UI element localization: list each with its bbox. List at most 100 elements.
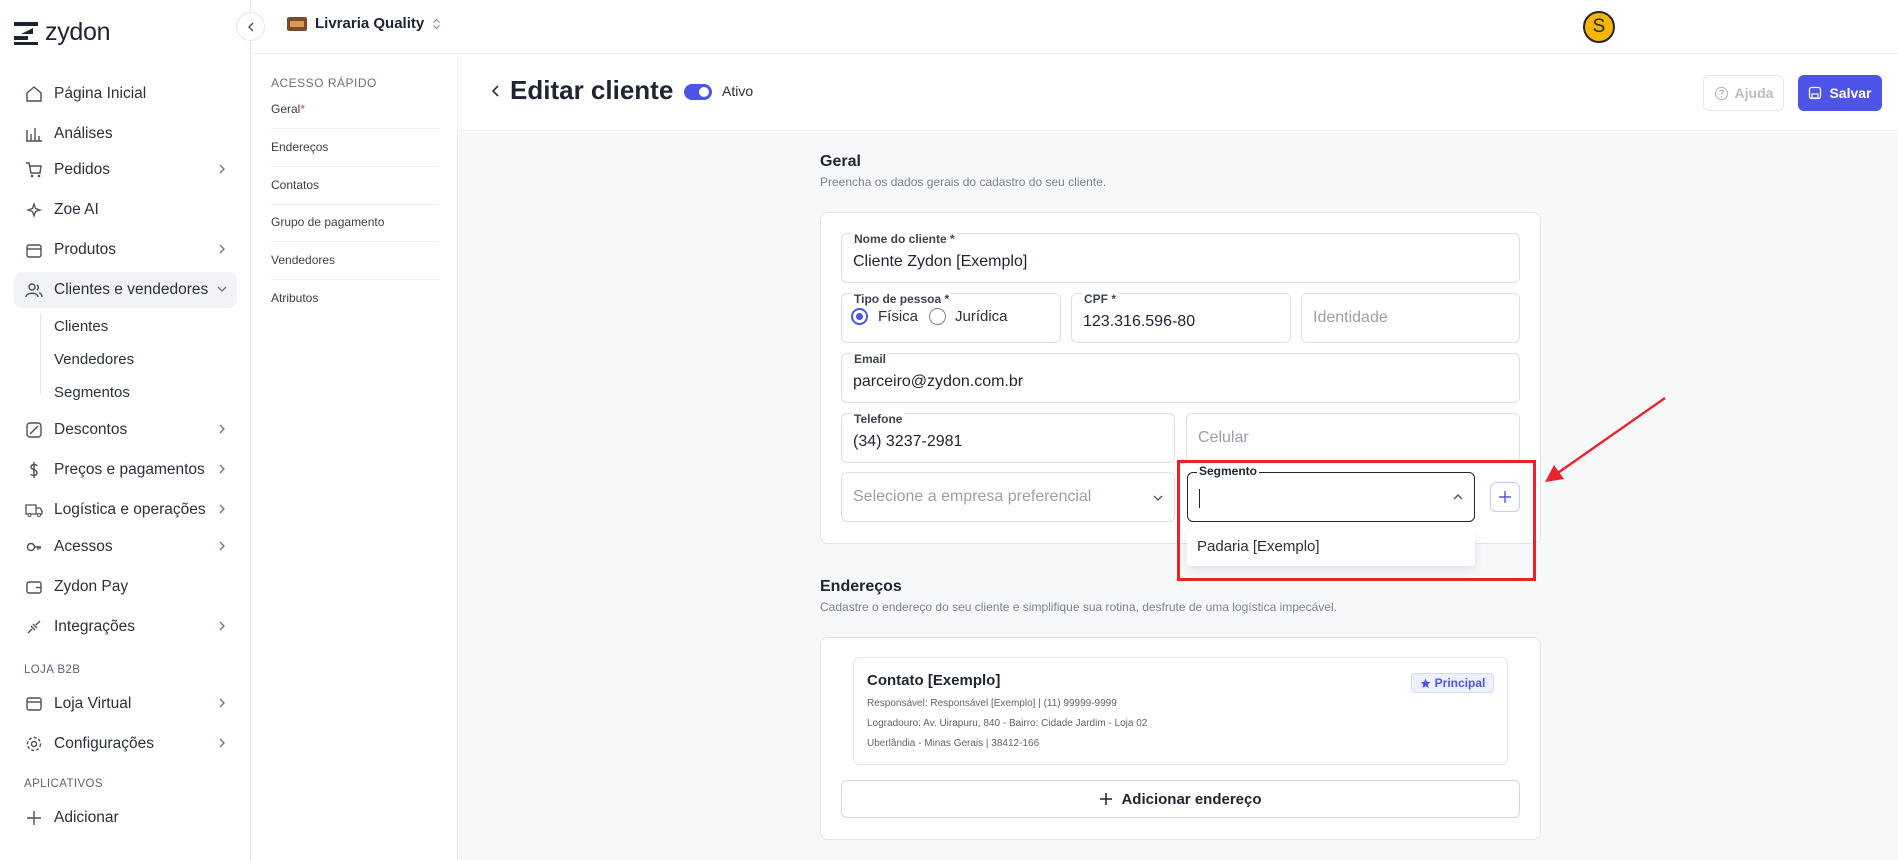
sidebar-item-pagina-inicial[interactable]: Página Inicial xyxy=(14,76,237,112)
sparkles-icon xyxy=(24,200,44,220)
sidebar-item-analises[interactable]: Análises xyxy=(14,116,237,152)
annotation-arrow-icon xyxy=(1545,397,1666,482)
sidebar-item-configuracoes[interactable]: Configurações xyxy=(14,726,237,762)
sidebar-item-clientes-e-vendedores[interactable]: Clientes e vendedores xyxy=(14,272,237,308)
sidebar-item-label: Acessos xyxy=(54,538,113,555)
sidebar-item-produtos[interactable]: Produtos xyxy=(14,232,237,268)
section-desc-geral: Preencha os dados gerais do cadastro do … xyxy=(820,175,1107,189)
store-switcher[interactable]: Livraria Quality xyxy=(287,15,441,32)
top-bar: Livraria Quality xyxy=(252,0,1898,54)
users-icon xyxy=(24,280,44,300)
sidebar-item-label: Preços e pagamentos xyxy=(54,461,205,478)
active-toggle[interactable] xyxy=(684,84,712,100)
field-placeholder: Selecione a empresa preferencial xyxy=(853,488,1092,505)
help-circle-icon xyxy=(1714,86,1728,100)
address-line-logradouro: Logradouro: Av. Uirapuru, 840 - Bairro: … xyxy=(867,718,1148,729)
sidebar-item-label: Página Inicial xyxy=(54,85,147,102)
sidebar-item-zoe-ai[interactable]: Zoe AI xyxy=(14,192,237,228)
field-label: Nome do cliente * xyxy=(852,232,957,246)
chevron-right-icon xyxy=(219,541,225,551)
sidebar-item-descontos[interactable]: Descontos xyxy=(14,412,237,448)
sidebar-item-precos-e-pagamentos[interactable]: Preços e pagamentos xyxy=(14,452,237,488)
sidebar-item-adicionar[interactable]: Adicionar xyxy=(14,800,237,836)
collapse-sidebar-button[interactable] xyxy=(236,12,265,41)
sidebar-item-integracoes[interactable]: Integrações xyxy=(14,609,237,645)
quick-access-geral[interactable]: Geral* xyxy=(271,102,439,129)
sidebar-item-label: Integrações xyxy=(54,618,135,635)
zydon-logo-icon xyxy=(14,21,38,45)
chevron-right-icon xyxy=(219,424,225,434)
identity-field[interactable]: Identidade xyxy=(1301,293,1520,343)
plus-icon xyxy=(24,808,44,828)
sidebar-item-label: Análises xyxy=(54,125,113,142)
field-value: Cliente Zydon [Exemplo] xyxy=(853,253,1028,270)
add-address-button[interactable]: Adicionar endereço xyxy=(841,780,1520,818)
user-avatar[interactable]: S xyxy=(1583,11,1615,43)
sidebar-item-acessos[interactable]: Acessos xyxy=(14,529,237,565)
bar-chart-icon xyxy=(24,124,44,144)
mobile-field[interactable]: Celular xyxy=(1186,413,1520,463)
chevron-updown-icon xyxy=(433,18,441,29)
sidebar-item-zydon-pay[interactable]: Zydon Pay xyxy=(14,569,237,605)
wallet-icon xyxy=(24,577,44,597)
home-icon xyxy=(24,84,44,104)
star-icon xyxy=(1420,678,1431,688)
sidebar-subitem-segmentos[interactable]: Segmentos xyxy=(54,384,130,401)
chevron-down-icon xyxy=(1153,495,1163,501)
field-placeholder: Celular xyxy=(1198,429,1249,446)
sidebar-item-label: Logística e operações xyxy=(54,501,206,518)
sidebar-item-logistica[interactable]: Logística e operações xyxy=(14,492,237,528)
sidebar-item-label: Produtos xyxy=(54,241,117,258)
save-button[interactable]: Salvar xyxy=(1798,75,1882,111)
person-type-field: Tipo de pessoa * xyxy=(841,293,1061,343)
help-label: Ajuda xyxy=(1734,85,1774,101)
chevron-right-icon xyxy=(219,464,225,474)
sidebar-item-pedidos[interactable]: Pedidos xyxy=(14,152,237,188)
badge-label: Principal xyxy=(1434,676,1486,690)
brand-logo[interactable]: zydon xyxy=(13,18,111,47)
address-contact-title: Contato [Exemplo] xyxy=(867,672,1001,689)
sidebar-item-label: Zoe AI xyxy=(54,201,99,218)
quick-access-title: ACESSO RÁPIDO xyxy=(271,76,377,90)
phone-field[interactable]: Telefone (34) 3237-2981 xyxy=(841,413,1175,463)
quick-access-enderecos[interactable]: Endereços xyxy=(271,140,439,167)
client-name-field[interactable]: Nome do cliente * Cliente Zydon [Exemplo… xyxy=(841,233,1520,283)
plus-icon xyxy=(1100,793,1113,805)
quick-access-grupo-pagamento[interactable]: Grupo de pagamento xyxy=(271,215,439,242)
chevron-down-icon xyxy=(217,286,227,292)
back-arrow-icon[interactable] xyxy=(490,84,502,98)
add-address-label: Adicionar endereço xyxy=(1121,790,1262,808)
sidebar-item-label: Pedidos xyxy=(54,161,111,178)
quick-access-label: Geral xyxy=(271,102,301,116)
sidebar-item-label: Zydon Pay xyxy=(54,578,129,595)
help-button[interactable]: Ajuda xyxy=(1703,75,1784,111)
sidebar-item-label: Adicionar xyxy=(54,809,119,826)
cpf-field[interactable]: CPF * 123.316.596-80 xyxy=(1071,293,1291,343)
sidebar-subitem-vendedores[interactable]: Vendedores xyxy=(54,351,134,368)
store-icon xyxy=(24,694,44,714)
quick-access-contatos[interactable]: Contatos xyxy=(271,178,439,205)
chevron-right-icon xyxy=(219,504,225,514)
email-field[interactable]: Email parceiro@zydon.com.br xyxy=(841,353,1520,403)
field-label: Email xyxy=(852,352,889,366)
sidebar-item-loja-virtual[interactable]: Loja Virtual xyxy=(14,686,237,722)
section-title-enderecos: Endereços xyxy=(820,578,902,595)
radio-fisica-label: Física xyxy=(878,308,919,325)
store-logo-icon xyxy=(287,16,307,31)
radio-juridica[interactable] xyxy=(929,308,946,325)
brand-name: zydon xyxy=(45,18,111,46)
preferred-company-select[interactable]: Selecione a empresa preferencial xyxy=(841,472,1175,522)
field-label: Telefone xyxy=(852,412,905,426)
chevron-right-icon xyxy=(219,621,225,631)
radio-fisica[interactable] xyxy=(851,308,868,325)
quick-access-atributos[interactable]: Atributos xyxy=(271,291,439,317)
box-icon xyxy=(24,240,44,260)
sidebar-subitem-clientes[interactable]: Clientes xyxy=(54,318,108,335)
dollar-icon xyxy=(24,460,44,480)
principal-badge: Principal xyxy=(1411,673,1494,693)
address-line-responsavel: Responsável: Responsável [Exemplo] | (11… xyxy=(867,698,1117,709)
page-header xyxy=(459,55,1898,131)
quick-access-vendedores[interactable]: Vendedores xyxy=(271,253,439,280)
submenu-line xyxy=(40,314,41,394)
field-value: parceiro@zydon.com.br xyxy=(853,373,1024,390)
